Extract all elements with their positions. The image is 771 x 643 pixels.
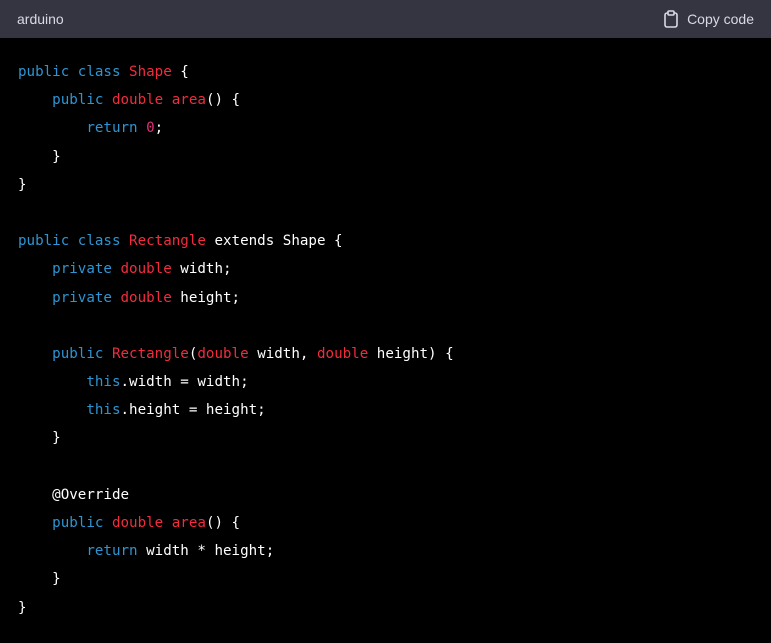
code-line: } <box>18 171 454 199</box>
language-label: arduino <box>17 11 64 27</box>
code-token: public class <box>18 64 130 80</box>
code-token: width, <box>257 345 317 362</box>
code-token: height) { <box>376 345 454 362</box>
code-line: public double area() { <box>18 86 454 114</box>
code-token: double <box>120 261 181 278</box>
code-token: Rectangle <box>111 345 189 362</box>
code-line: public double area() { <box>18 509 454 537</box>
code-token: } <box>18 571 61 588</box>
code-line: } <box>18 143 454 171</box>
code-token: () { <box>205 92 241 109</box>
code-token: Rectangle <box>129 233 206 250</box>
code-token: return <box>18 543 147 560</box>
code-token: area <box>171 515 206 531</box>
code-token: private <box>18 289 121 306</box>
code-token: private <box>18 261 121 278</box>
code-line: private double width; <box>18 255 454 283</box>
code-token: double <box>316 345 377 362</box>
code-token: { <box>171 64 189 80</box>
code-line: public Rectangle(double width, double he… <box>18 340 454 368</box>
code-token: extends Shape { <box>205 233 343 250</box>
code-line: private double height; <box>18 284 454 312</box>
code-line: public class Rectangle extends Shape { <box>18 227 454 255</box>
code-line: return 0; <box>18 114 454 142</box>
copy-code-label: Copy code <box>687 11 754 27</box>
code-token: public <box>18 345 112 362</box>
code-line: this.height = height; <box>18 396 454 424</box>
code-token: } <box>18 176 27 193</box>
code-token: double <box>111 92 172 109</box>
code-token: public <box>18 92 112 109</box>
code-token: ; <box>154 120 164 137</box>
code-line: @Override <box>18 481 454 509</box>
code-line: } <box>18 594 454 622</box>
code-token: public <box>18 515 112 531</box>
code-token: 0 <box>146 120 155 137</box>
code-token: width; <box>180 261 232 278</box>
code-token: public class <box>18 233 130 250</box>
code-token: .width = width; <box>120 374 249 391</box>
code-token: width * height; <box>146 543 275 560</box>
code-token: return <box>18 120 147 137</box>
code-token: } <box>18 430 61 447</box>
code-line: public class Shape { <box>18 58 454 86</box>
code-token: } <box>18 148 61 165</box>
code-token: @Override <box>18 486 130 503</box>
code-line: return width * height; <box>18 537 454 565</box>
copy-code-button[interactable]: Copy code <box>663 10 754 28</box>
code-token: .height = height; <box>120 402 266 419</box>
code-token: height; <box>180 289 241 306</box>
code-token: () { <box>205 515 241 531</box>
code-token: } <box>18 599 27 616</box>
code-token: double <box>111 515 172 531</box>
code-token: double <box>197 345 258 362</box>
code-token: Shape <box>129 64 172 80</box>
code-token: area <box>171 92 206 109</box>
clipboard-icon <box>663 10 679 28</box>
code-block-header: arduino Copy code <box>0 0 771 38</box>
code-token: double <box>120 289 181 306</box>
code-token: this <box>18 374 121 391</box>
code-line: } <box>18 424 454 452</box>
code-token: this <box>18 402 121 419</box>
code-content[interactable]: public class Shape { public double area(… <box>18 58 454 622</box>
code-block: arduino Copy code public class Shape { p… <box>0 0 771 643</box>
code-line: } <box>18 565 454 593</box>
code-line: this.width = width; <box>18 368 454 396</box>
